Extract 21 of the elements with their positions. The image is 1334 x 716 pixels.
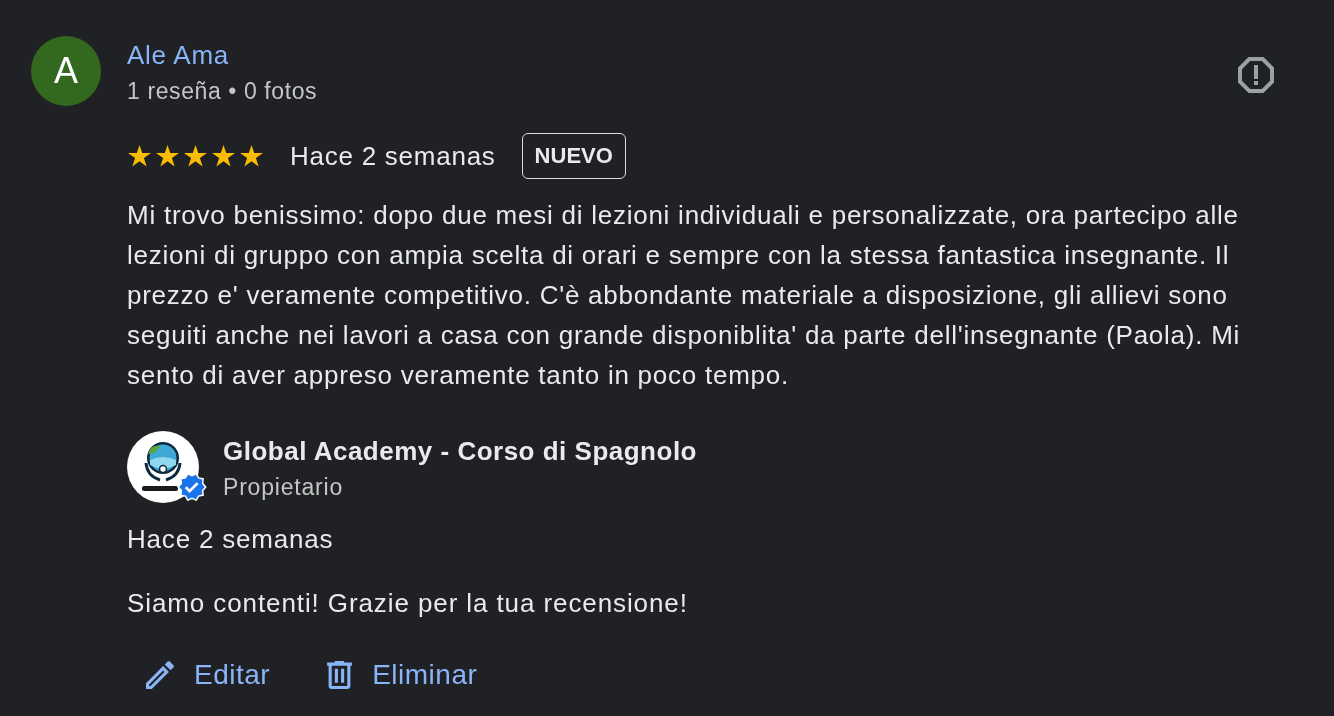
delete-button[interactable]: Eliminar: [308, 651, 494, 699]
star-icon: [212, 145, 235, 167]
star-icon: [156, 145, 179, 167]
reviewer-stats: 1 reseña • 0 fotos: [127, 77, 318, 105]
owner-name: Global Academy - Corso di Spagnolo: [223, 435, 697, 467]
star-icon: [240, 145, 263, 167]
review-time: Hace 2 semanas: [290, 140, 496, 172]
avatar: A: [31, 36, 101, 106]
report-icon[interactable]: [1238, 57, 1274, 93]
star-icon: [128, 145, 151, 167]
owner-role: Propietario: [223, 473, 344, 501]
star-icon: [184, 145, 207, 167]
reply-time: Hace 2 semanas: [127, 523, 334, 555]
globe-logo-icon: [127, 431, 199, 503]
trash-icon: [327, 661, 353, 689]
edit-button[interactable]: Editar: [127, 651, 287, 699]
reply-text: Siamo contenti! Grazie per la tua recensione!: [127, 587, 688, 619]
reviewer-name[interactable]: Ale Ama: [127, 39, 230, 71]
new-tag: NUEVO: [521, 133, 626, 179]
review-text: Mi trovo benissimo: dopo due mesi di lezioni individuali e personalizzate, ora partecipo alle lezioni di gruppo con ampia scelta di orari e sempre con la stessa fantastica insegnante. Il prezzo e' veramente competitivo. C'è abbondante materiale a disposizione, gli allievi sono seguiti anche nei lavori a casa con grande disponiblita' da parte dell'insegnante (Paola). Mi sento di aver appreso veramente tanto in poco tempo.: [127, 199, 1242, 392]
pencil-icon: [146, 661, 174, 689]
